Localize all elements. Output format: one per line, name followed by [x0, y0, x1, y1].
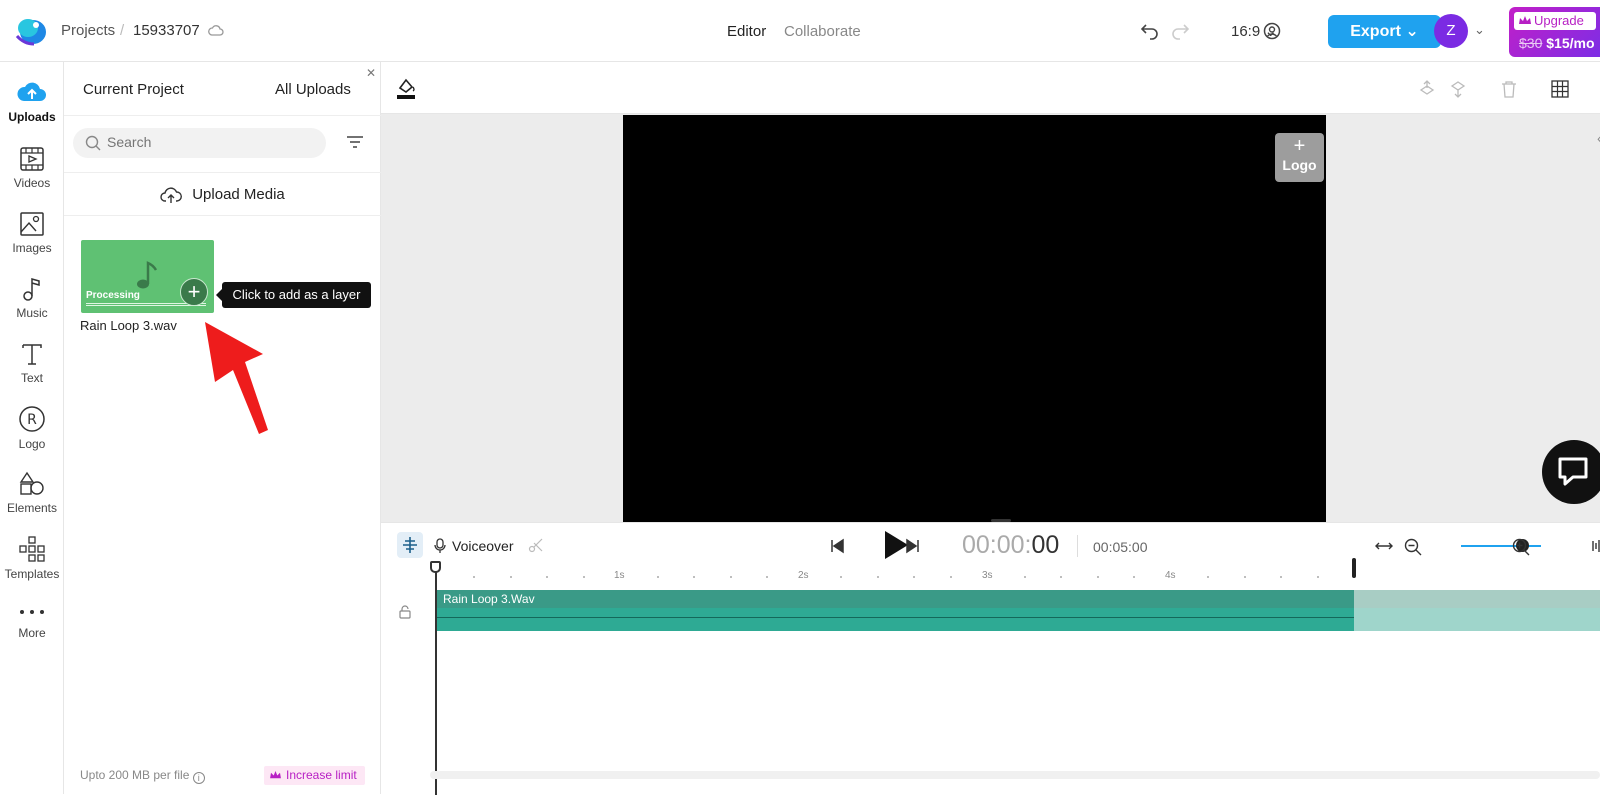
sidebar-item-text[interactable]: Text	[0, 341, 64, 385]
text-icon	[22, 344, 42, 365]
skip-back-icon[interactable]	[829, 538, 845, 554]
ruler-label: 1s	[614, 570, 625, 581]
end-marker[interactable]	[1352, 558, 1356, 578]
elements-icon	[19, 471, 44, 495]
templates-icon	[19, 536, 45, 562]
total-duration: 00:05:00	[1093, 539, 1148, 555]
timeline-scrollbar[interactable]	[430, 771, 1600, 779]
tooltip: Click to add as a layer	[216, 282, 371, 308]
ruler-label: 2s	[798, 570, 809, 581]
search-input[interactable]	[107, 134, 307, 150]
chat-support-button[interactable]	[1542, 440, 1600, 504]
left-icon-bar: Uploads Videos Images Music Text R Logo …	[0, 62, 64, 794]
audio-clip-overflow	[1354, 590, 1600, 631]
send-backward-icon[interactable]	[1449, 80, 1467, 98]
voiceover-button[interactable]: Voiceover	[433, 538, 513, 554]
undo-icon[interactable]	[1140, 20, 1160, 40]
redo-icon[interactable]	[1170, 20, 1190, 40]
time-divider	[1077, 535, 1078, 557]
panel-tabs: Current Project All Uploads ✕	[64, 62, 381, 116]
upgrade-pill: Upgrade	[1514, 12, 1596, 30]
zoom-out-icon[interactable]	[1404, 538, 1422, 556]
avatar-chevron-icon[interactable]: ⌄	[1474, 22, 1485, 38]
close-panel-icon[interactable]: ✕	[366, 66, 376, 80]
unlock-icon[interactable]	[399, 605, 411, 619]
split-scissors-icon[interactable]	[528, 537, 544, 553]
crown-icon	[270, 771, 281, 779]
music-note-icon	[137, 261, 158, 289]
media-name: Rain Loop 3.wav	[80, 318, 177, 333]
add-as-layer-button[interactable]: +	[180, 278, 208, 306]
current-time: 00:00:00	[962, 531, 1060, 559]
add-collaborator-icon[interactable]	[1262, 21, 1282, 41]
app-logo-icon[interactable]	[14, 14, 48, 48]
canvas-area: + Logo	[381, 62, 1600, 522]
crown-icon	[1519, 16, 1531, 24]
cloud-saved-icon	[208, 25, 224, 36]
audio-clip-label: Rain Loop 3.Wav	[437, 590, 1354, 608]
upgrade-button[interactable]: Upgrade $30 $15/mo	[1509, 7, 1600, 57]
image-icon	[20, 212, 44, 236]
tab-all-uploads[interactable]: All Uploads	[275, 81, 351, 98]
ruler-label: 4s	[1165, 570, 1176, 581]
project-id[interactable]: 15933707	[133, 22, 200, 39]
chat-icon	[1558, 457, 1588, 486]
upgrade-price: $30 $15/mo	[1519, 35, 1595, 51]
export-button[interactable]: Export ⌄	[1328, 15, 1441, 48]
avatar[interactable]: Z	[1434, 14, 1468, 48]
top-bar: Projects / 15933707 Editor Collaborate 1…	[0, 0, 1600, 62]
sidebar-item-music[interactable]: Music	[0, 276, 64, 320]
bring-forward-icon[interactable]	[1418, 80, 1436, 98]
video-preview[interactable]: + Logo	[623, 115, 1326, 522]
skip-forward-icon[interactable]	[905, 538, 921, 554]
sidebar-item-videos[interactable]: Videos	[0, 146, 64, 190]
add-logo-button[interactable]: + Logo	[1275, 133, 1324, 182]
tab-collaborate[interactable]: Collaborate	[784, 23, 861, 40]
music-icon	[23, 278, 40, 301]
sidebar-item-images[interactable]: Images	[0, 211, 64, 255]
tab-editor[interactable]: Editor	[727, 23, 766, 40]
zoom-in-icon[interactable]	[1512, 538, 1530, 556]
info-icon[interactable]: i	[192, 772, 205, 784]
timeline-layers-toggle[interactable]	[397, 532, 423, 558]
grid-icon[interactable]	[1551, 80, 1569, 98]
cloud-upload-outline-icon	[160, 187, 183, 204]
playhead-handle[interactable]	[430, 561, 441, 573]
delete-icon[interactable]	[1501, 80, 1517, 98]
layers-icon	[403, 537, 417, 553]
search-icon	[85, 135, 101, 151]
processing-status: Processing	[86, 290, 140, 301]
sidebar-item-more[interactable]: More	[0, 602, 64, 640]
search-box	[73, 128, 326, 158]
fit-width-icon[interactable]	[1375, 540, 1393, 552]
background-color-icon[interactable]	[395, 76, 417, 100]
sidebar-item-uploads[interactable]: Uploads	[0, 80, 64, 124]
upload-limit-text: Upto 200 MB per file i	[80, 768, 205, 784]
tab-current-project[interactable]: Current Project	[83, 81, 184, 98]
sidebar-item-elements[interactable]: Elements	[0, 471, 64, 515]
increase-limit-button[interactable]: Increase limit	[264, 766, 365, 785]
cloud-upload-icon	[17, 82, 46, 101]
sidebar-item-templates[interactable]: Templates	[0, 535, 64, 581]
waveform-toggle-icon[interactable]	[1591, 538, 1600, 554]
more-icon	[20, 610, 44, 614]
breadcrumb-projects[interactable]: Projects	[61, 22, 115, 39]
filter-icon[interactable]	[346, 134, 364, 150]
ruler-label: 3s	[982, 570, 993, 581]
video-icon	[20, 147, 44, 171]
breadcrumb-separator: /	[120, 22, 125, 39]
audio-clip[interactable]: Rain Loop 3.Wav	[437, 590, 1354, 631]
logo-icon: R	[19, 406, 45, 432]
canvas-toolbar	[381, 62, 1600, 114]
audio-waveform	[437, 617, 1354, 618]
panel-footer: Upto 200 MB per file i Increase limit	[64, 750, 381, 794]
svg-text:R: R	[27, 412, 37, 428]
microphone-icon	[434, 538, 446, 553]
sidebar-item-logo[interactable]: R Logo	[0, 405, 64, 451]
upload-media-button[interactable]: Upload Media	[64, 172, 381, 216]
timeline-ruler[interactable]: 1s 2s 3s 4s	[445, 567, 1600, 587]
timeline: Voiceover 00:00:00 00:05:00 1s 2s 3s 4s	[381, 522, 1600, 795]
red-arrow-annotation	[205, 322, 268, 434]
